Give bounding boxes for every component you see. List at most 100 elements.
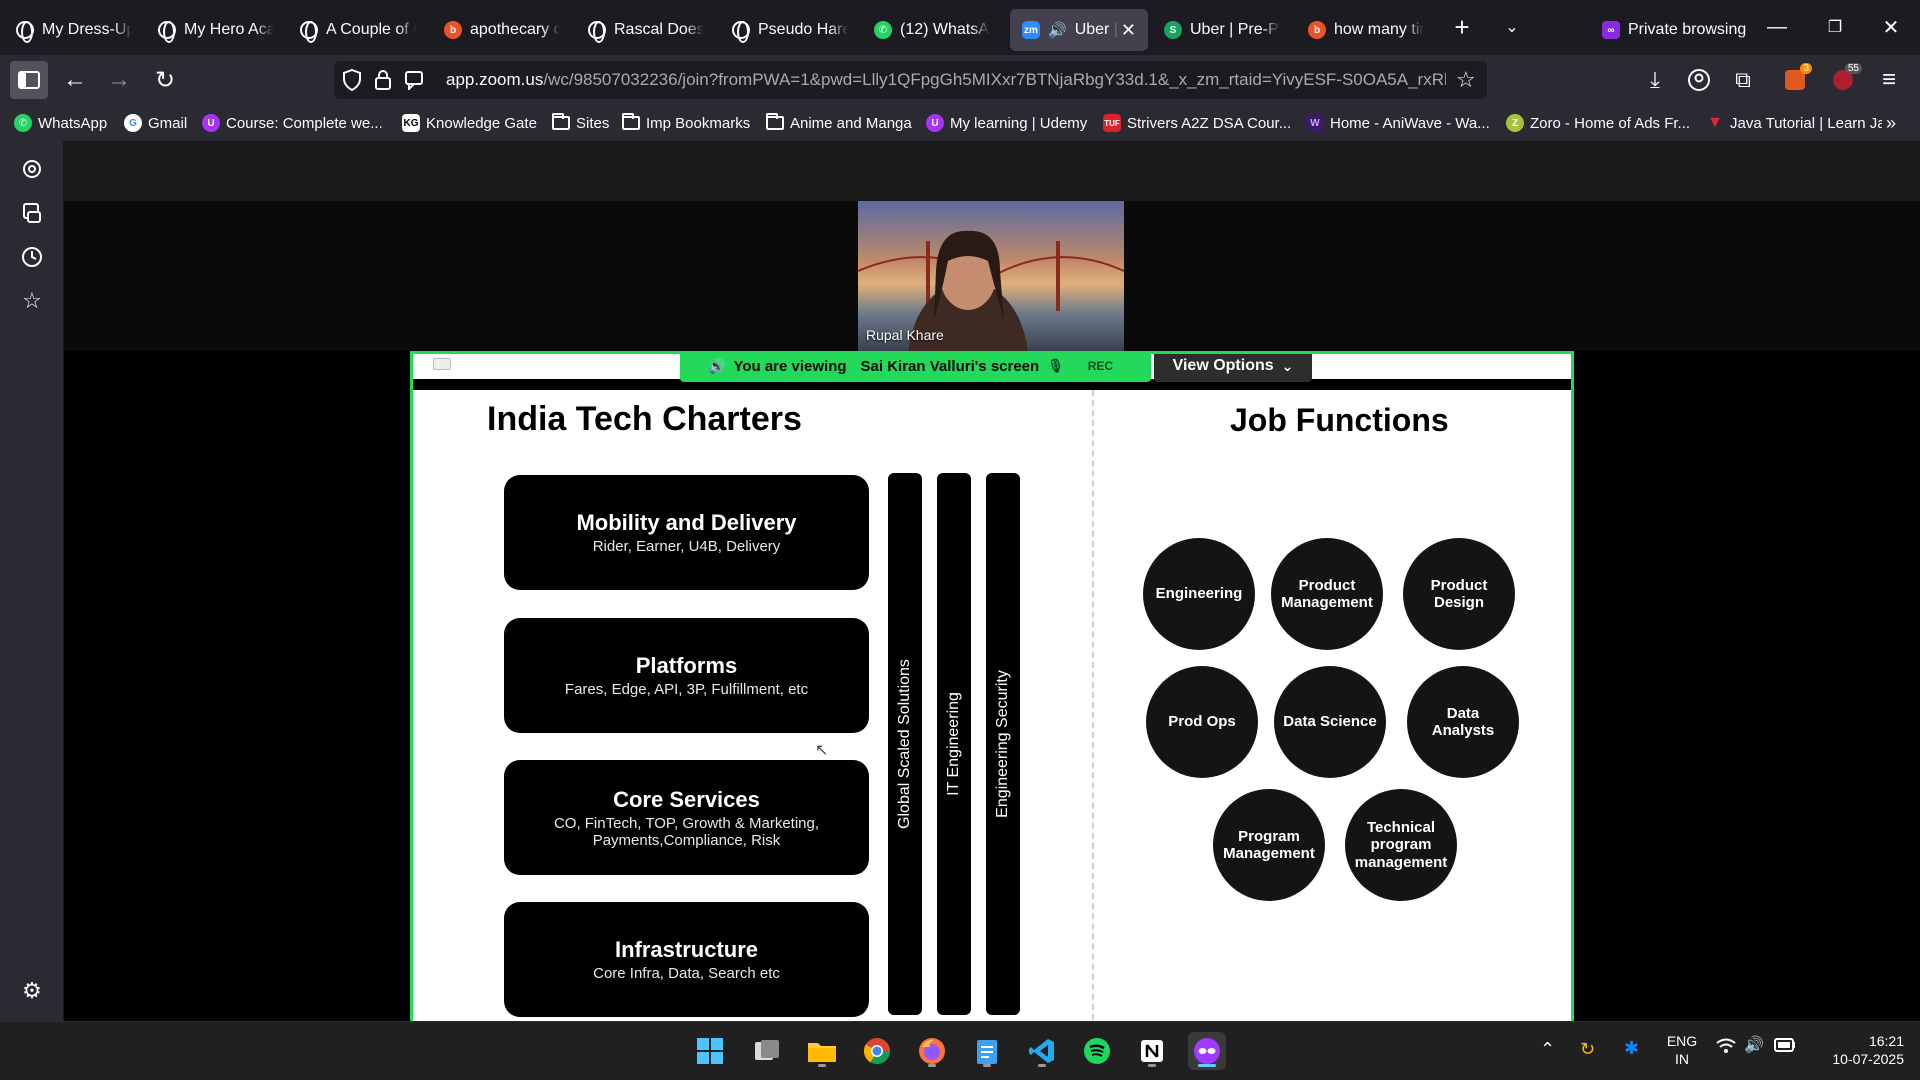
vertical-bar: IT Engineering <box>937 473 971 1015</box>
url-text[interactable]: app.zoom.us/wc/98507032236/join?fromPWA=… <box>446 70 1446 90</box>
participant-video-tile[interactable]: Rupal Khare <box>858 201 1124 351</box>
firefox-icon[interactable] <box>913 1032 951 1070</box>
ai-chatbot-icon[interactable] <box>20 157 44 181</box>
bookmark-folder-imp[interactable]: Imp Bookmarks <box>622 111 750 135</box>
rec-indicator: REC <box>1087 359 1114 373</box>
private-mask-icon: ∞ <box>1602 21 1620 39</box>
job-function-circle: Prod Ops <box>1146 666 1258 778</box>
close-tab-icon[interactable]: ✕ <box>1121 20 1136 41</box>
file-explorer-icon[interactable] <box>803 1032 841 1070</box>
restore-icon[interactable]: ❐ <box>1820 12 1850 42</box>
sidebar-settings-gear-icon[interactable]: ⚙ <box>20 978 44 1003</box>
mail-extension-icon[interactable]: 55 <box>1824 61 1862 99</box>
tuf-icon: TUF <box>1103 114 1121 132</box>
bookmark-star-icon[interactable]: ☆ <box>1456 67 1476 93</box>
tray-chevron-up-icon[interactable]: ⌃ <box>1540 1038 1555 1061</box>
google-icon: G <box>124 114 142 132</box>
viewing-screen-banner: 🔊 You are viewing Sai Kiran Valluri's sc… <box>680 354 1151 382</box>
bookmark-zoro[interactable]: Z Zoro - Home of Ads Fr... <box>1506 111 1690 135</box>
charter-box: Platforms Fares, Edge, API, 3P, Fulfillme… <box>504 618 869 733</box>
battery-icon[interactable] <box>1774 1038 1796 1056</box>
bookmark-folder-sites[interactable]: Sites <box>552 111 609 135</box>
slide-title-right: Job Functions <box>1230 402 1449 438</box>
firefox-private-icon[interactable] <box>1188 1032 1226 1070</box>
globe-icon <box>588 21 606 43</box>
notepad-icon[interactable] <box>968 1032 1006 1070</box>
wifi-icon[interactable] <box>1716 1038 1736 1061</box>
tab-6[interactable]: ✆ (12) WhatsAp <box>862 9 1002 51</box>
spotify-icon[interactable] <box>1078 1032 1116 1070</box>
sync-icon[interactable]: ↻ <box>1580 1038 1595 1061</box>
permissions-icon[interactable] <box>404 70 426 92</box>
tab-1[interactable]: My Hero Aca <box>146 9 286 51</box>
bookmark-java[interactable]: ▼ Java Tutorial | Learn Ja... <box>1706 111 1882 135</box>
whatsapp-icon: ✆ <box>14 114 32 132</box>
globe-icon <box>16 21 34 43</box>
minimize-icon[interactable]: — <box>1762 12 1792 42</box>
speaker-icon[interactable]: 🔊 <box>1048 21 1067 39</box>
windows-taskbar: ⌃ ↻ ✱ ENG IN 🔊 16:21 10-07-2025 <box>0 1021 1920 1080</box>
tab-8[interactable]: SUber | Pre-Pla <box>1152 9 1292 51</box>
tab-9[interactable]: b how many tin <box>1296 9 1436 51</box>
charter-box: Infrastructure Core Infra, Data, Search e… <box>504 902 869 1017</box>
bookmarks-star-icon[interactable]: ☆ <box>20 288 44 313</box>
vscode-icon[interactable] <box>1023 1032 1061 1070</box>
start-windows-icon[interactable] <box>691 1032 729 1070</box>
job-function-circle: Engineering <box>1143 538 1255 650</box>
back-arrow-icon[interactable]: ← <box>56 61 94 99</box>
synced-tabs-icon[interactable] <box>20 201 44 225</box>
shield-icon[interactable] <box>342 68 364 92</box>
tab-4[interactable]: Rascal Does N <box>576 9 716 51</box>
tab-2[interactable]: A Couple of C <box>288 9 428 51</box>
forward-arrow-icon[interactable]: → <box>100 61 138 99</box>
s-icon: S <box>1164 21 1182 39</box>
clock[interactable]: 16:21 10-07-2025 <box>1816 1032 1904 1068</box>
bluetooth-icon[interactable]: ✱ <box>1624 1037 1639 1060</box>
account-icon[interactable] <box>1680 61 1718 99</box>
volume-icon[interactable]: 🔊 <box>1744 1036 1764 1057</box>
list-tabs-chevron-icon[interactable]: ⌄ <box>1497 12 1527 42</box>
tab-5[interactable]: Pseudo Harer <box>720 9 860 51</box>
java-v-icon: ▼ <box>1707 114 1723 131</box>
extension-badge-icon[interactable]: 3 <box>1776 61 1814 99</box>
bookmarks-overflow-chevron-icon[interactable]: » <box>1886 111 1896 135</box>
sidebar-toggle-icon[interactable] <box>10 61 48 99</box>
speaker-icon: 🔊 <box>708 357 726 374</box>
new-tab-plus-icon[interactable]: + <box>1447 12 1477 42</box>
menu-hamburger-icon[interactable]: ≡ <box>1870 61 1908 99</box>
close-window-icon[interactable]: ✕ <box>1876 12 1906 42</box>
reload-icon[interactable]: ↻ <box>146 61 184 99</box>
bookmark-udemy[interactable]: U My learning | Udemy <box>926 111 1087 135</box>
extensions-puzzle-icon[interactable]: ⧉ <box>1724 61 1762 99</box>
bookmark-knowledge-gate[interactable]: KG Knowledge Gate <box>402 111 537 135</box>
downloads-icon[interactable]: ⤓ <box>1636 61 1674 99</box>
bookmarks-toolbar: ✆ WhatsApp G Gmail U Course: Complete we...… <box>0 105 1920 141</box>
job-function-circle: Data Science <box>1274 666 1386 778</box>
job-function-circle: Data Analysts <box>1407 666 1519 778</box>
share-thumbnail-icon[interactable] <box>433 358 451 370</box>
history-clock-icon[interactable] <box>20 245 44 269</box>
bookmark-folder-anime[interactable]: Anime and Manga <box>766 111 912 135</box>
charter-box: Mobility and Delivery Rider, Earner, U4B,… <box>504 475 869 590</box>
bookmark-gmail[interactable]: G Gmail <box>124 111 187 135</box>
bookmark-course[interactable]: U Course: Complete we... <box>202 111 383 135</box>
url-bar[interactable]: app.zoom.us/wc/98507032236/join?fromPWA=… <box>334 61 1487 99</box>
navigation-toolbar: ← → ↻ app.zoom.us/wc/98507032236/join?fr… <box>0 55 1920 105</box>
page-icon: b <box>444 21 462 39</box>
tab-7-active[interactable]: zm 🔊 Uber | ✕ <box>1010 9 1148 51</box>
task-view-icon[interactable] <box>748 1032 786 1070</box>
screen-share-frame[interactable]: 🔊 You are viewing Sai Kiran Valluri's sc… <box>410 351 1574 1021</box>
bookmark-aniwave[interactable]: W Home - AniWave - Wa... <box>1306 111 1490 135</box>
language-indicator[interactable]: ENG IN <box>1664 1032 1700 1068</box>
mic-muted-icon: 🎙 <box>1047 358 1064 373</box>
tab-0[interactable]: My Dress-Up <box>4 9 144 51</box>
tab-3[interactable]: b apothecary di <box>432 9 572 51</box>
notion-icon[interactable] <box>1133 1032 1171 1070</box>
vertical-bar: Engineering Security <box>986 473 1020 1015</box>
shared-slide: India Tech Charters Job Functions Mobili… <box>413 390 1571 1021</box>
view-options-button[interactable]: View Options ⌄ <box>1154 354 1312 382</box>
lock-icon[interactable] <box>374 69 394 91</box>
bookmark-strivers[interactable]: TUF Strivers A2Z DSA Cour... <box>1103 111 1291 135</box>
bookmark-whatsapp[interactable]: ✆ WhatsApp <box>14 111 107 135</box>
chrome-icon[interactable] <box>858 1032 896 1070</box>
